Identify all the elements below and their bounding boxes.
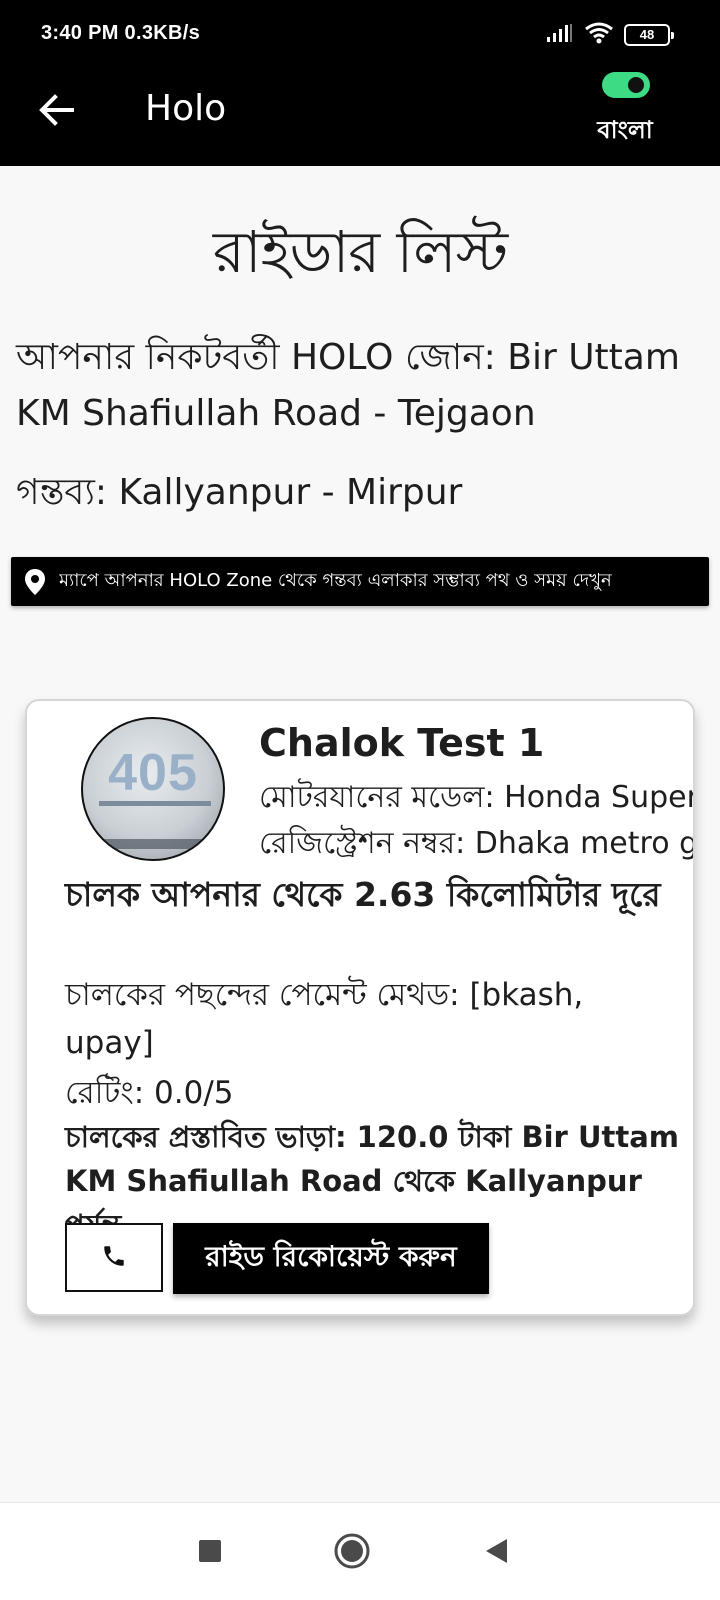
avatar-plate-number: 405 <box>108 744 198 802</box>
status-icons: 48 <box>546 22 674 48</box>
recents-button[interactable] <box>190 1533 230 1573</box>
home-button[interactable] <box>332 1533 372 1573</box>
driver-avatar: 405 <box>81 717 225 861</box>
status-bar: 3:40 PM 0.3KB/s 48 <box>0 0 720 70</box>
app-bar: Holo বাংলা <box>0 70 720 166</box>
page-title: রাইডার লিস্ট <box>212 218 508 286</box>
battery-icon: 48 <box>624 24 674 46</box>
phone-icon <box>101 1243 127 1273</box>
destination-text: গন্তব্য: Kallyanpur - Mirpur <box>16 472 463 513</box>
driver-name: Chalok Test 1 <box>259 721 545 765</box>
back-button[interactable] <box>32 88 80 136</box>
status-time: 3:40 PM 0.3KB/s <box>41 22 201 44</box>
map-banner-text: ম্যাপে আপনার HOLO Zone থেকে গন্তব্য এলাক… <box>59 570 612 591</box>
nearby-zone-text: আপনার নিকটবর্তী HOLO জোন: Bir Uttam KM S… <box>16 337 680 434</box>
system-nav-bar <box>0 1502 720 1600</box>
registration-number: রেজিস্ট্রেশন নম্বর: Dhaka metro g <box>259 826 695 861</box>
avatar-plate-bar <box>93 839 217 849</box>
driver-rating: রেটিং: 0.0/5 <box>65 1075 234 1111</box>
avatar-plate-stripe <box>99 801 211 806</box>
location-pin-icon <box>11 568 59 596</box>
app-title: Holo <box>145 88 227 129</box>
map-route-banner[interactable]: ম্যাপে আপনার HOLO Zone থেকে গন্তব্য এলাক… <box>11 557 709 606</box>
vehicle-model: মোটরযানের মডেল: Honda Super <box>259 780 695 815</box>
arrow-left-icon <box>38 94 74 130</box>
language-toggle[interactable] <box>602 72 650 98</box>
payment-methods: চালকের পছন্দের পেমেন্ট মেথড: [bkash, upa… <box>65 977 584 1061</box>
signal-icon <box>546 23 574 47</box>
triangle-back-icon <box>483 1537 509 1569</box>
language-toggle-label: বাংলা <box>597 116 653 144</box>
ride-request-button[interactable]: রাইড রিকোয়েস্ট করুন <box>173 1223 489 1294</box>
wifi-icon <box>584 22 614 48</box>
back-nav-button[interactable] <box>476 1533 516 1573</box>
driver-distance: চালক আপনার থেকে 2.63 কিলোমিটার দূরে <box>65 875 661 914</box>
rider-card: 405 Chalok Test 1 মোটরযানের মডেল: Honda … <box>25 699 695 1316</box>
home-circle-icon <box>333 1532 371 1574</box>
square-icon <box>197 1538 223 1568</box>
call-button[interactable] <box>65 1223 163 1292</box>
